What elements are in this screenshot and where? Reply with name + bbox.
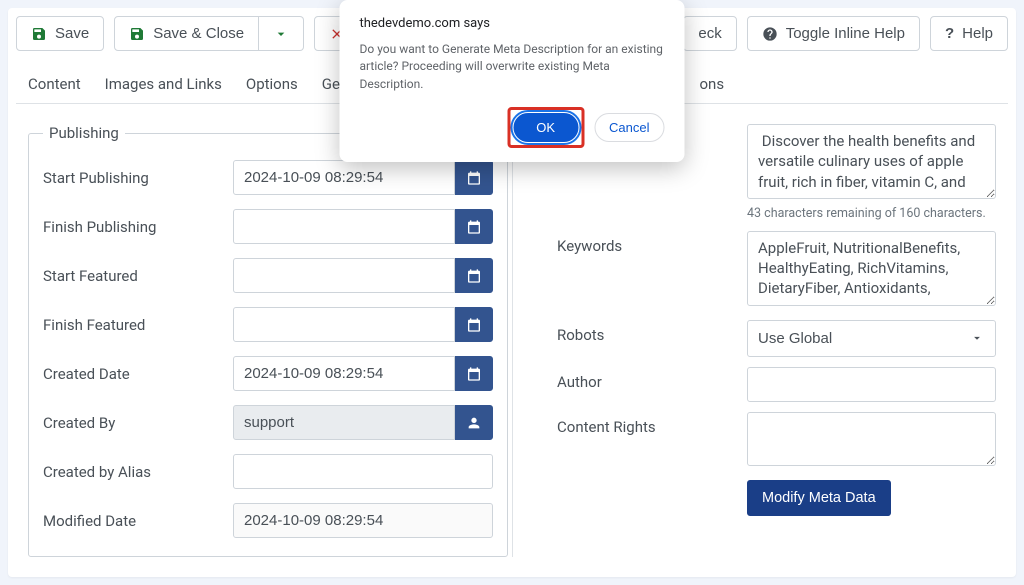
modified-date-input bbox=[233, 503, 493, 538]
calendar-icon bbox=[466, 170, 482, 186]
calendar-button[interactable] bbox=[455, 307, 493, 342]
tab-ons[interactable]: ons bbox=[698, 65, 727, 103]
row-keywords: Keywords bbox=[557, 231, 996, 310]
save-icon bbox=[129, 26, 145, 42]
row-start-publishing: Start Publishing bbox=[43, 160, 493, 195]
highlight-box: OK bbox=[507, 107, 584, 148]
row-content-rights: Content Rights bbox=[557, 412, 996, 471]
user-icon bbox=[466, 415, 482, 431]
chevron-down-icon bbox=[273, 26, 289, 42]
save-icon bbox=[31, 26, 47, 42]
publishing-fieldset: Publishing Start Publishing Finish Publi… bbox=[28, 124, 508, 557]
row-start-featured: Start Featured bbox=[43, 258, 493, 293]
robots-select[interactable]: Use Global bbox=[747, 320, 996, 357]
row-finish-featured: Finish Featured bbox=[43, 307, 493, 342]
row-created-alias: Created by Alias bbox=[43, 454, 493, 489]
dialog-cancel-button[interactable]: Cancel bbox=[594, 113, 664, 142]
row-author: Author bbox=[557, 367, 996, 402]
modify-meta-data-button[interactable]: Modify Meta Data bbox=[747, 480, 891, 516]
start-featured-input[interactable] bbox=[233, 258, 455, 293]
content-rights-textarea[interactable] bbox=[747, 412, 996, 467]
row-robots: Robots Use Global bbox=[557, 320, 996, 357]
created-by-input bbox=[233, 405, 455, 440]
calendar-button[interactable] bbox=[455, 209, 493, 244]
meta-description-help: 43 characters remaining of 160 character… bbox=[747, 206, 996, 221]
check-button[interactable]: eck bbox=[683, 16, 736, 51]
save-dropdown-button[interactable] bbox=[259, 16, 304, 51]
calendar-button[interactable] bbox=[455, 258, 493, 293]
confirm-dialog: thedevdemo.com says Do you want to Gener… bbox=[340, 0, 685, 162]
row-modified-date: Modified Date bbox=[43, 503, 493, 538]
calendar-icon bbox=[466, 366, 482, 382]
question-icon bbox=[762, 26, 778, 42]
help-button[interactable]: ? Help bbox=[930, 16, 1008, 51]
finish-featured-input[interactable] bbox=[233, 307, 455, 342]
calendar-icon bbox=[466, 317, 482, 333]
row-created-date: Created Date bbox=[43, 356, 493, 391]
vertical-divider bbox=[512, 124, 513, 557]
created-date-input[interactable] bbox=[233, 356, 455, 391]
dialog-title: thedevdemo.com says bbox=[360, 16, 665, 31]
tab-content[interactable]: Content bbox=[26, 65, 83, 103]
calendar-button[interactable] bbox=[455, 356, 493, 391]
row-created-by: Created By bbox=[43, 405, 493, 440]
publishing-legend: Publishing bbox=[43, 124, 125, 142]
created-alias-input[interactable] bbox=[233, 454, 493, 489]
save-button[interactable]: Save bbox=[16, 16, 104, 51]
tab-options[interactable]: Options bbox=[244, 65, 300, 103]
calendar-icon bbox=[466, 219, 482, 235]
save-close-button[interactable]: Save & Close bbox=[114, 16, 259, 51]
calendar-button[interactable] bbox=[455, 160, 493, 195]
dialog-ok-button[interactable]: OK bbox=[513, 113, 578, 142]
start-publishing-input[interactable] bbox=[233, 160, 455, 195]
tab-images-links[interactable]: Images and Links bbox=[103, 65, 224, 103]
keywords-textarea[interactable] bbox=[747, 231, 996, 306]
meta-description-textarea[interactable] bbox=[747, 124, 996, 199]
dialog-message: Do you want to Generate Meta Description… bbox=[360, 41, 665, 93]
toggle-inline-help-button[interactable]: Toggle Inline Help bbox=[747, 16, 920, 51]
finish-publishing-input[interactable] bbox=[233, 209, 455, 244]
row-finish-publishing: Finish Publishing bbox=[43, 209, 493, 244]
calendar-icon bbox=[466, 268, 482, 284]
author-input[interactable] bbox=[747, 367, 996, 402]
user-select-button[interactable] bbox=[455, 405, 493, 440]
question-mark-icon: ? bbox=[945, 25, 954, 42]
